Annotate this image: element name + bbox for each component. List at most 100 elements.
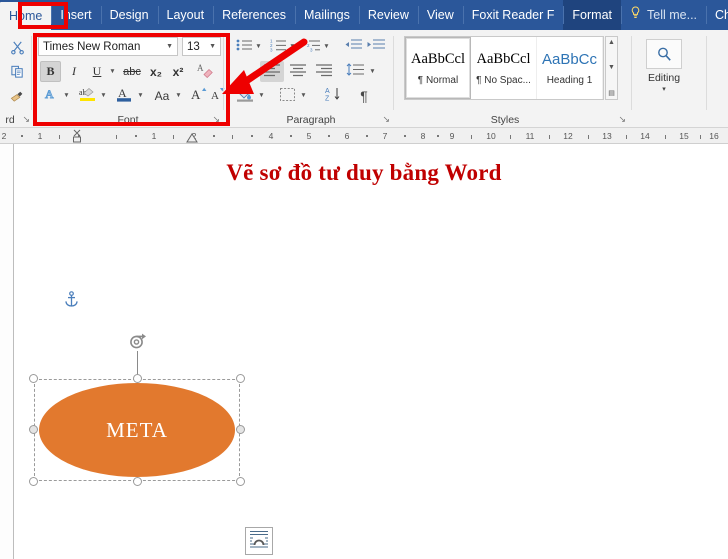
font-dialog-launcher[interactable]: ↘: [212, 114, 220, 125]
align-center-button[interactable]: [286, 61, 310, 82]
decrease-indent-icon: [344, 38, 362, 55]
tab-review-label: Review: [367, 8, 409, 22]
tab-layout[interactable]: Layout: [157, 0, 214, 30]
divider: [706, 36, 707, 110]
tab-foxit-reader[interactable]: Foxit Reader F: [462, 0, 564, 30]
scroll-down-icon[interactable]: ▼: [608, 64, 615, 71]
resize-handle-bottom-right[interactable]: [236, 477, 245, 486]
tab-view[interactable]: View: [417, 0, 463, 30]
strikethrough-button[interactable]: abc: [120, 61, 144, 82]
shading-button[interactable]: [234, 85, 256, 106]
chevron-down-icon[interactable]: ▾: [662, 85, 666, 93]
style-item-normal[interactable]: AaBbCcl ¶ Normal: [405, 37, 471, 99]
align-right-button[interactable]: [312, 61, 336, 82]
svg-text:11: 11: [526, 131, 535, 141]
numbering-button[interactable]: 123: [268, 36, 288, 57]
tell-me-box[interactable]: Tell me...: [621, 0, 706, 30]
right-indent-marker[interactable]: [186, 132, 200, 144]
shrink-font-button[interactable]: A: [209, 85, 227, 106]
tab-review[interactable]: Review: [358, 0, 418, 30]
copy-button[interactable]: [4, 60, 30, 82]
line-spacing-button[interactable]: [344, 61, 366, 82]
first-line-indent-marker[interactable]: [71, 128, 89, 144]
resize-handle-top-right[interactable]: [236, 374, 245, 383]
svg-text:1: 1: [38, 131, 43, 141]
multilevel-dropdown[interactable]: ▼: [321, 36, 332, 57]
underline-dropdown[interactable]: ▼: [107, 61, 118, 82]
format-painter-button[interactable]: [4, 84, 30, 106]
underline-button[interactable]: U: [87, 61, 107, 82]
shading-dropdown[interactable]: ▼: [256, 85, 267, 106]
horizontal-ruler[interactable]: 2 1 1 2 4 5 6 7 8 9 10 11 12 13 14 15 16: [0, 128, 728, 144]
style-item-heading-1[interactable]: AaBbCс Heading 1: [537, 37, 603, 99]
tab-references[interactable]: References: [213, 0, 295, 30]
bullets-dropdown[interactable]: ▼: [253, 36, 264, 57]
document-canvas[interactable]: Vẽ sơ đồ tư duy bằng Word META: [0, 144, 728, 559]
change-case-button[interactable]: Aa: [150, 85, 174, 106]
font-name-combo[interactable]: Times New Roman ▼: [38, 37, 178, 56]
clear-formatting-button[interactable]: A: [195, 61, 217, 82]
bold-button[interactable]: B: [40, 61, 61, 82]
align-left-button[interactable]: [260, 61, 284, 82]
resize-handle-top-left[interactable]: [29, 374, 38, 383]
divider: [393, 36, 394, 110]
clipboard-dialog-launcher[interactable]: ↘: [22, 114, 30, 125]
increase-indent-button[interactable]: [365, 36, 387, 57]
font-size-value: 13: [187, 40, 200, 53]
text-effects-button[interactable]: A: [40, 85, 61, 106]
svg-text:16: 16: [709, 131, 719, 141]
line-spacing-dropdown[interactable]: ▼: [367, 61, 378, 82]
tab-format-label: Format: [572, 8, 612, 22]
line-spacing-icon: [346, 63, 364, 80]
chevron-down-icon: ▼: [209, 43, 216, 50]
grow-font-button[interactable]: A: [190, 85, 208, 106]
user-account[interactable]: Cham Yoko: [706, 0, 728, 30]
font-color-button[interactable]: A: [113, 85, 135, 106]
sort-button[interactable]: AZ: [322, 85, 344, 106]
subscript-button[interactable]: x₂: [146, 61, 166, 82]
styles-scrollbar[interactable]: ▲ ▼ ▤: [605, 36, 618, 100]
font-size-combo[interactable]: 13 ▼: [182, 37, 221, 56]
multilevel-list-button[interactable]: 123: [302, 36, 322, 57]
svg-text:10: 10: [486, 131, 496, 141]
resize-handle-middle-left[interactable]: [29, 425, 38, 434]
style-item-no-spacing[interactable]: AaBbCcl ¶ No Spac...: [471, 37, 537, 99]
tab-design[interactable]: Design: [100, 0, 158, 30]
styles-dialog-launcher[interactable]: ↘: [618, 114, 626, 125]
tab-format[interactable]: Format: [563, 0, 621, 30]
styles-more-icon[interactable]: ▤: [608, 89, 615, 97]
text-effects-dropdown[interactable]: ▼: [61, 85, 72, 106]
svg-text:1: 1: [152, 131, 157, 141]
bullets-button[interactable]: [234, 36, 254, 57]
font-color-dropdown[interactable]: ▼: [135, 85, 146, 106]
scroll-up-icon[interactable]: ▲: [608, 39, 615, 46]
borders-button[interactable]: [276, 85, 298, 106]
numbering-dropdown[interactable]: ▼: [287, 36, 298, 57]
chevron-down-icon: ▼: [255, 43, 262, 50]
tab-home[interactable]: Home: [0, 2, 52, 30]
superscript-button[interactable]: x²: [168, 61, 188, 82]
tab-mailings[interactable]: Mailings: [295, 0, 359, 30]
shape-selection-wrapper[interactable]: META: [29, 333, 245, 486]
align-right-icon: [315, 63, 333, 80]
borders-dropdown[interactable]: ▼: [298, 85, 309, 106]
italic-button[interactable]: I: [64, 61, 84, 82]
resize-handle-bottom-left[interactable]: [29, 477, 38, 486]
group-styles-label: Styles: [490, 114, 520, 126]
tab-insert[interactable]: Insert: [51, 0, 100, 30]
rotation-handle[interactable]: [128, 333, 149, 356]
cut-button[interactable]: [4, 36, 30, 58]
resize-handle-top-center[interactable]: [133, 374, 142, 383]
text-highlight-button[interactable]: ab: [76, 85, 98, 106]
group-font: Times New Roman ▼ 13 ▼ B I U ▼ abc x₂ x²…: [32, 30, 227, 128]
layout-options-button[interactable]: [245, 527, 273, 555]
highlight-dropdown[interactable]: ▼: [98, 85, 109, 106]
change-case-dropdown[interactable]: ▼: [173, 85, 184, 106]
pilcrow-icon: ¶: [360, 87, 368, 104]
decrease-indent-button[interactable]: [342, 36, 364, 57]
resize-handle-middle-right[interactable]: [236, 425, 245, 434]
resize-handle-bottom-center[interactable]: [133, 477, 142, 486]
editing-button[interactable]: Editing ▾: [646, 39, 682, 93]
oval-shape[interactable]: META: [39, 383, 235, 477]
show-marks-button[interactable]: ¶: [354, 85, 374, 106]
